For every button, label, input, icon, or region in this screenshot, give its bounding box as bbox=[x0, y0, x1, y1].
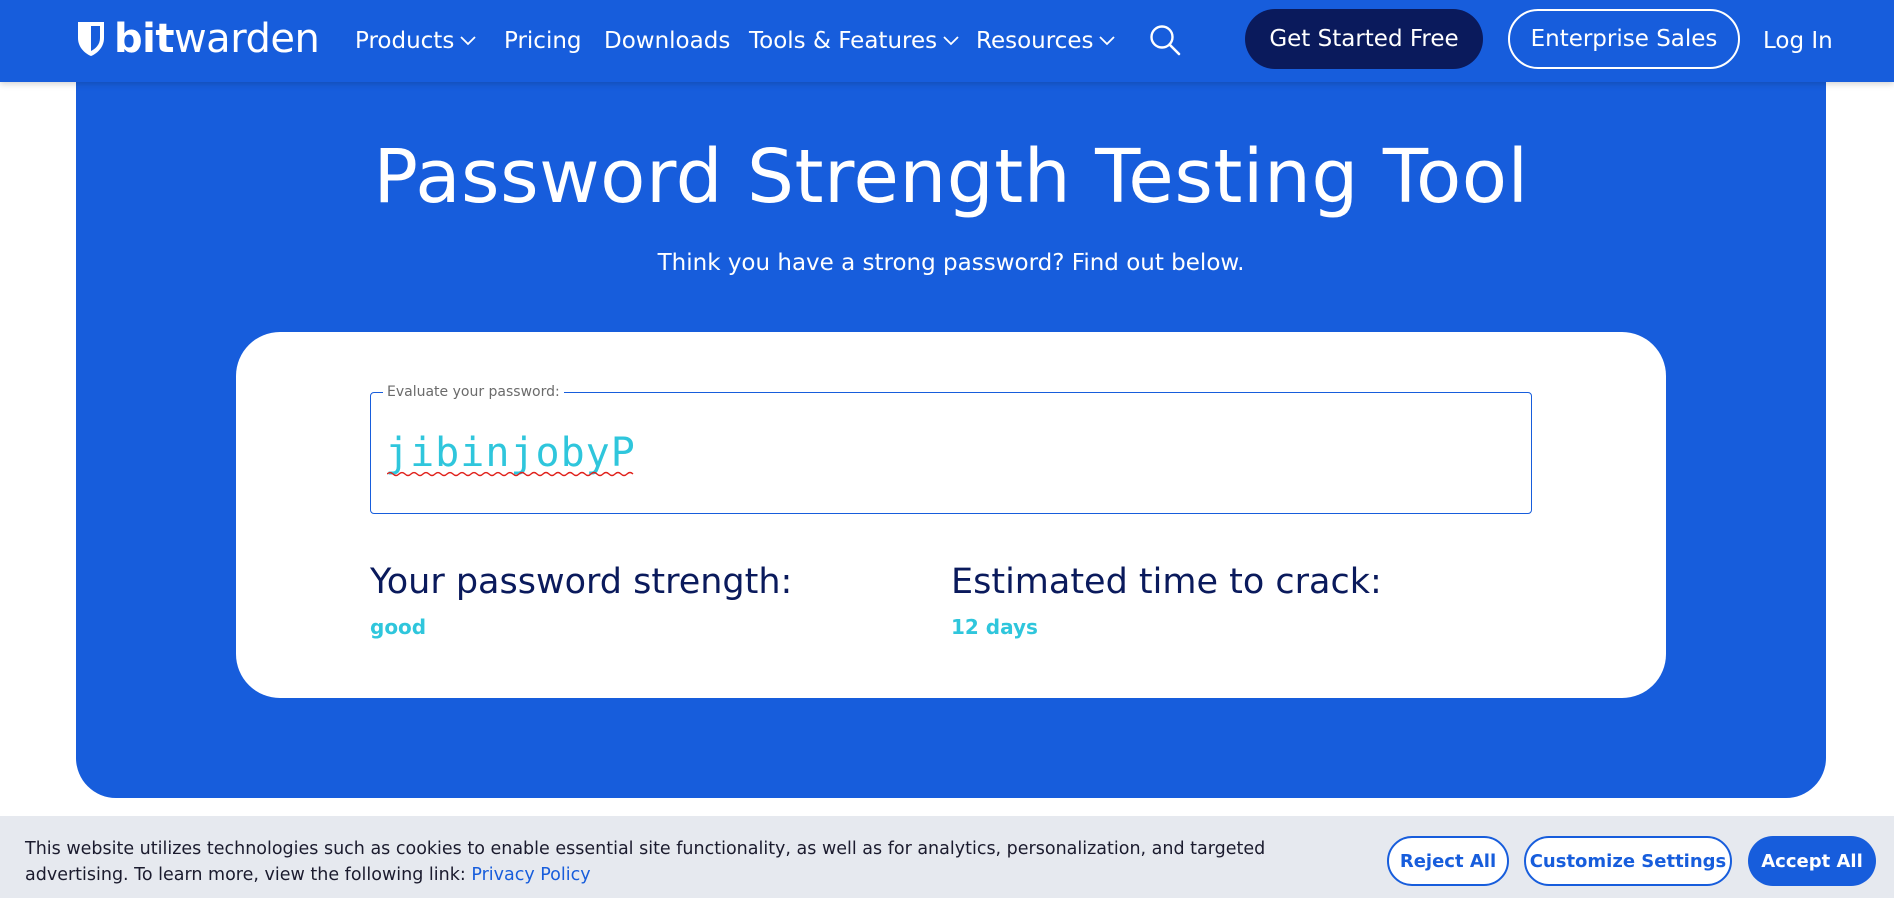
nav-tools-features[interactable]: Tools & Features bbox=[749, 24, 959, 58]
chevron-down-icon bbox=[1099, 36, 1116, 46]
password-field-label: Evaluate your password: bbox=[383, 383, 564, 401]
chevron-down-icon bbox=[943, 36, 959, 46]
search-icon bbox=[1150, 25, 1181, 56]
nav-products-label: Products bbox=[355, 28, 455, 54]
crack-time-label: Estimated time to crack: bbox=[951, 562, 1382, 602]
crack-time-value: 12 days bbox=[951, 615, 1038, 639]
nav-products[interactable]: Products bbox=[355, 24, 476, 58]
bitwarden-logo[interactable]: bitwarden bbox=[76, 16, 320, 62]
nav-downloads[interactable]: Downloads bbox=[604, 24, 730, 58]
log-in-link[interactable]: Log In bbox=[1763, 24, 1833, 58]
strength-value: good bbox=[370, 615, 427, 639]
privacy-policy-link[interactable]: Privacy Policy bbox=[471, 865, 590, 885]
accept-all-button[interactable]: Accept All bbox=[1748, 836, 1876, 886]
logo-wordmark: bitwarden bbox=[114, 16, 320, 62]
spellcheck-underline bbox=[387, 471, 635, 477]
customize-settings-button[interactable]: Customize Settings bbox=[1524, 836, 1732, 886]
nav-resources[interactable]: Resources bbox=[976, 24, 1116, 58]
reject-all-button[interactable]: Reject All bbox=[1387, 836, 1509, 886]
strength-label: Your password strength: bbox=[370, 562, 793, 602]
nav-tools-features-label: Tools & Features bbox=[749, 28, 938, 54]
hero-section: Password Strength Testing Tool Think you… bbox=[76, 40, 1826, 798]
chevron-down-icon bbox=[460, 36, 476, 46]
nav-pricing-label: Pricing bbox=[504, 28, 582, 54]
cookie-notice-body: This website utilizes technologies such … bbox=[25, 839, 1266, 885]
password-field: Evaluate your password: bbox=[370, 383, 1532, 514]
password-evaluator-card: Evaluate your password: Your password st… bbox=[236, 332, 1666, 698]
nav-downloads-label: Downloads bbox=[604, 28, 731, 54]
cookie-notice-text: This website utilizes technologies such … bbox=[25, 836, 1365, 888]
enterprise-sales-button[interactable]: Enterprise Sales bbox=[1508, 9, 1740, 69]
cookie-banner: This website utilizes technologies such … bbox=[0, 816, 1894, 898]
get-started-free-button[interactable]: Get Started Free bbox=[1245, 9, 1483, 69]
nav-resources-label: Resources bbox=[976, 28, 1094, 54]
top-navigation: bitwarden Products Pricing Downloads Too… bbox=[0, 0, 1894, 82]
page-subtitle: Think you have a strong password? Find o… bbox=[657, 250, 1245, 276]
nav-pricing[interactable]: Pricing bbox=[504, 24, 582, 58]
page-title: Password Strength Testing Tool bbox=[373, 134, 1529, 220]
shield-logo-icon bbox=[78, 22, 104, 56]
search-button[interactable] bbox=[1148, 23, 1182, 57]
